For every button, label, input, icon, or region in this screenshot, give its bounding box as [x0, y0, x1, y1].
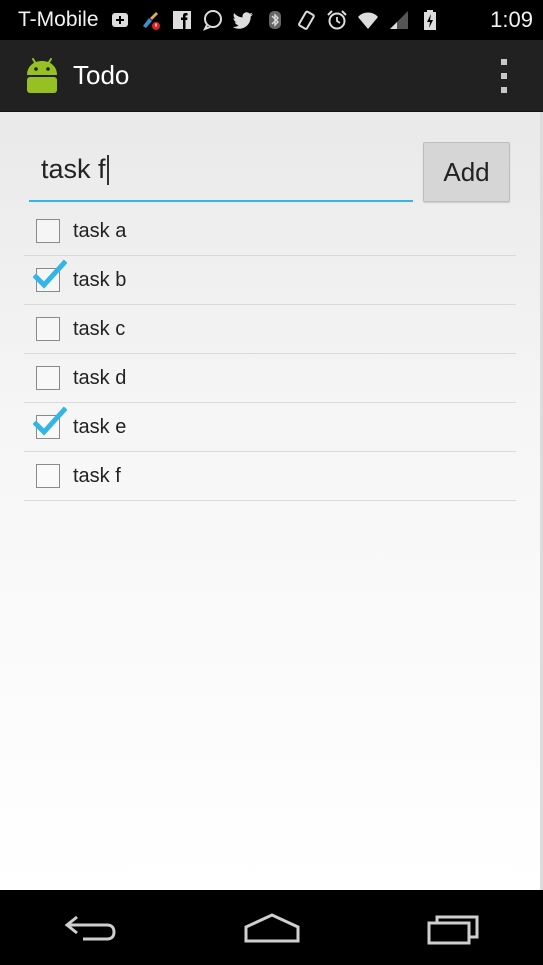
task-row-e[interactable]: task e — [24, 403, 516, 452]
navigation-bar — [0, 890, 543, 965]
task-list: task a task b task c task d task e task … — [24, 207, 516, 501]
bluetooth-icon — [264, 9, 286, 31]
task-label: task b — [73, 268, 127, 291]
task-label: task e — [73, 415, 127, 438]
status-clock: 1:09 — [490, 7, 533, 32]
overflow-menu-icon[interactable] — [499, 59, 509, 93]
task-row-c[interactable]: task c — [24, 305, 516, 354]
task-checkbox[interactable] — [36, 366, 60, 390]
action-bar: Todo — [0, 40, 543, 112]
main-content: task f Add task a task b task c task d t… — [0, 112, 543, 890]
alarm-icon — [326, 9, 348, 31]
task-input-value: task f — [41, 154, 106, 184]
app-title: Todo — [73, 60, 130, 90]
android-icon — [27, 57, 57, 93]
task-row-f[interactable]: task f — [24, 452, 516, 501]
cell-signal-icon — [388, 9, 410, 31]
vibrate-icon — [295, 9, 317, 31]
task-label: task f — [73, 464, 121, 487]
checkmark-icon — [33, 259, 67, 289]
task-checkbox[interactable] — [36, 219, 60, 243]
text-cursor — [106, 154, 109, 185]
add-box-icon — [109, 9, 131, 31]
task-input-text[interactable]: task f — [41, 154, 109, 185]
task-row-b[interactable]: task b — [24, 256, 516, 305]
task-checkbox[interactable] — [33, 406, 67, 439]
wifi-icon — [357, 9, 379, 31]
recent-apps-icon[interactable] — [418, 903, 488, 953]
status-bar: T-Mobile 1:09 — [0, 0, 543, 40]
carrier-name: T-Mobile — [18, 8, 99, 31]
task-checkbox[interactable] — [36, 317, 60, 341]
task-input[interactable]: task f — [29, 142, 413, 202]
cleaner-icon — [140, 9, 162, 31]
notification-icons — [109, 9, 483, 31]
add-button[interactable]: Add — [423, 142, 510, 202]
task-label: task c — [73, 317, 126, 340]
battery-charging-icon — [419, 9, 441, 31]
task-checkbox[interactable] — [33, 259, 67, 292]
task-label: task a — [73, 219, 127, 242]
checkmark-icon — [33, 406, 67, 436]
task-checkbox[interactable] — [36, 464, 60, 488]
twitter-icon — [232, 9, 255, 31]
facebook-icon — [171, 9, 193, 31]
task-row-d[interactable]: task d — [24, 354, 516, 403]
task-row-a[interactable]: task a — [24, 207, 516, 256]
back-icon[interactable] — [56, 903, 126, 953]
task-label: task d — [73, 366, 127, 389]
home-icon[interactable] — [237, 903, 307, 953]
chat-bubble-icon — [202, 9, 224, 31]
